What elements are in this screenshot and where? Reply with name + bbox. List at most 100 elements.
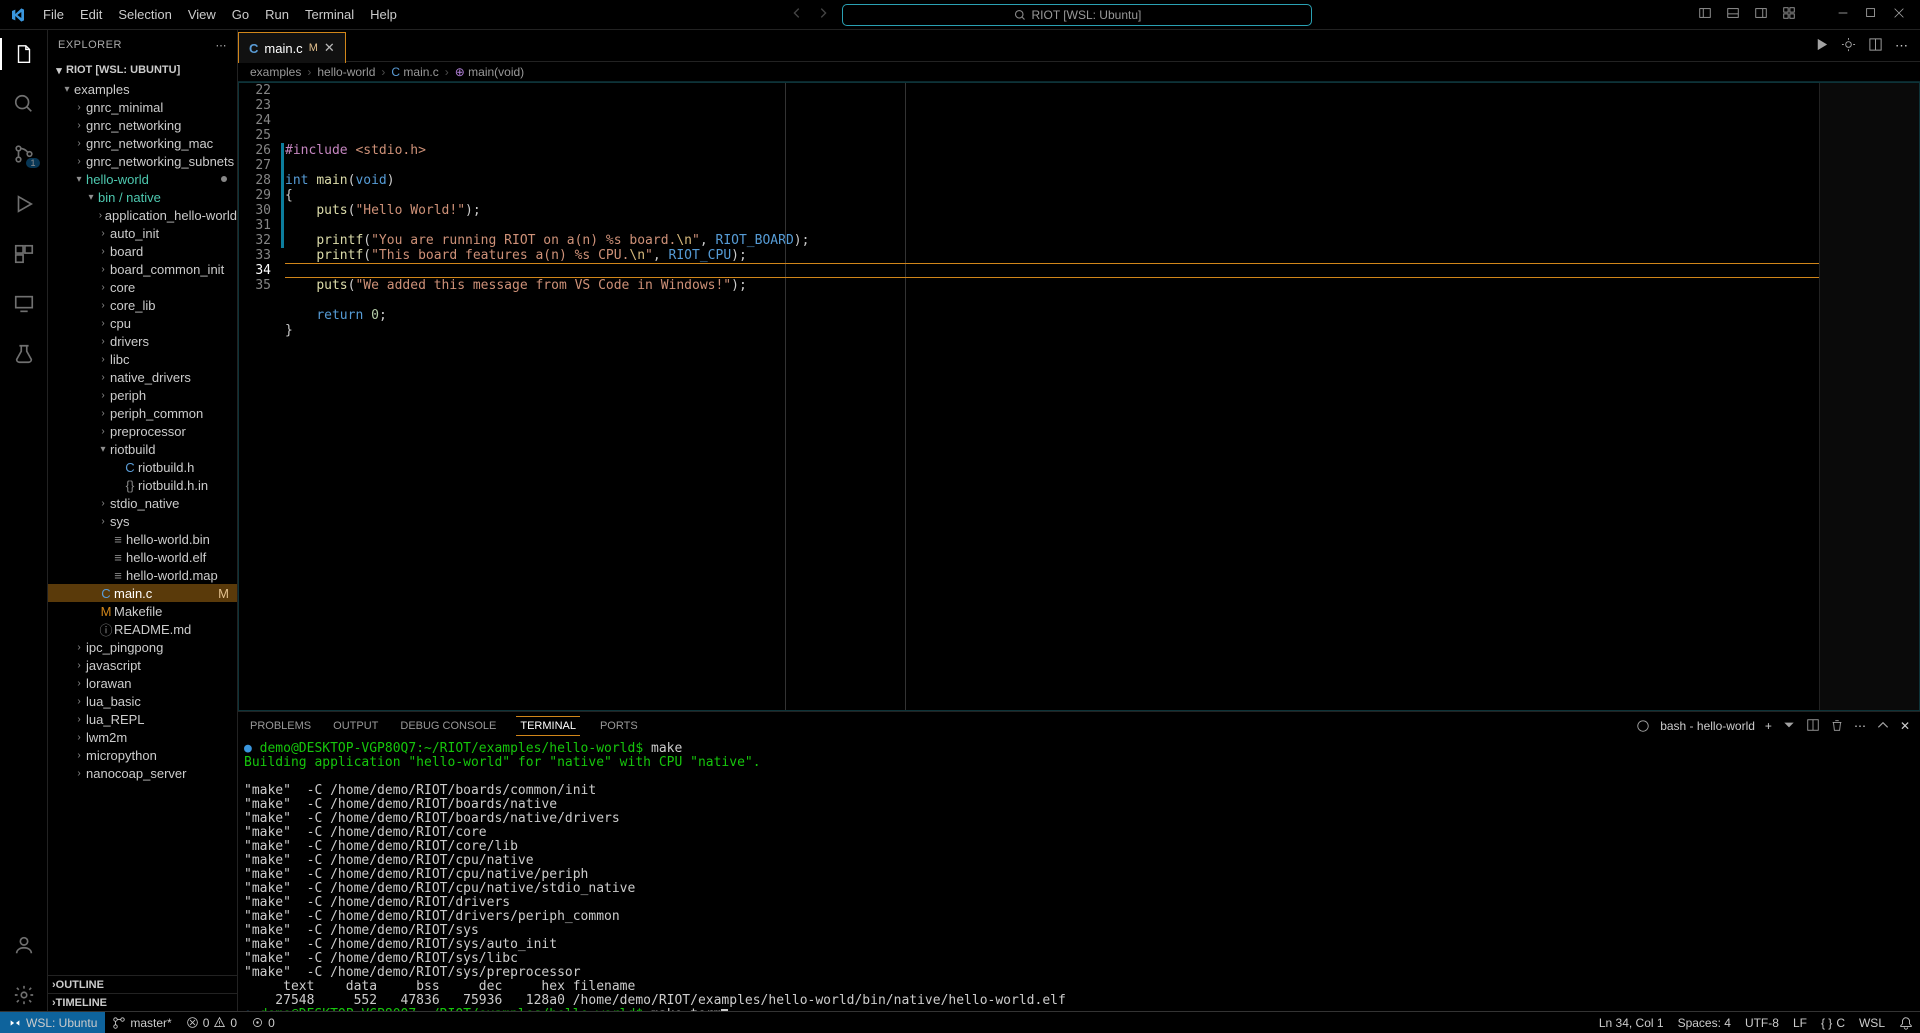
panel-tab-output[interactable]: OUTPUT (331, 716, 380, 736)
tree-item[interactable]: ›drivers (48, 332, 237, 350)
layout-customize-icon[interactable] (1782, 6, 1796, 23)
run-debug-icon[interactable] (0, 188, 48, 220)
testing-icon[interactable] (0, 338, 48, 370)
tree-item[interactable]: ›cpu (48, 314, 237, 332)
code-editor[interactable]: 2223242526272829303132333435 #include <s… (238, 82, 1920, 711)
tree-item[interactable]: ›gnrc_networking_subnets (48, 152, 237, 170)
layout-bottom-icon[interactable] (1726, 6, 1740, 23)
tree-item[interactable]: ›javascript (48, 656, 237, 674)
kill-terminal-icon[interactable] (1830, 718, 1844, 735)
tree-item[interactable]: ≡hello-world.elf (48, 548, 237, 566)
tree-item[interactable]: ›micropython (48, 746, 237, 764)
tree-item[interactable]: ›gnrc_minimal (48, 98, 237, 116)
accounts-icon[interactable] (0, 929, 48, 961)
layout-left-icon[interactable] (1698, 6, 1712, 23)
more-actions-icon[interactable]: ⋯ (1895, 38, 1908, 54)
debug-config-icon[interactable] (1841, 37, 1856, 55)
terminal-more-icon[interactable]: ⋯ (1854, 719, 1866, 733)
tree-item[interactable]: ▾riotbuild (48, 440, 237, 458)
tree-item[interactable]: ▾examples (48, 80, 237, 98)
tree-item[interactable]: ›core_lib (48, 296, 237, 314)
breadcrumb-item[interactable]: ⊕ main(void) (455, 65, 524, 79)
breadcrumb-item[interactable]: hello-world (317, 65, 375, 79)
remote-indicator[interactable]: WSL: Ubuntu (0, 1012, 105, 1033)
tree-item[interactable]: ›auto_init (48, 224, 237, 242)
tree-item[interactable]: ›periph (48, 386, 237, 404)
tree-item[interactable]: ›board (48, 242, 237, 260)
nav-forward-icon[interactable] (816, 6, 830, 23)
close-icon[interactable] (1892, 6, 1906, 23)
tree-item[interactable]: ›application_hello-world (48, 206, 237, 224)
menu-edit[interactable]: Edit (72, 7, 110, 22)
panel-tab-terminal[interactable]: TERMINAL (516, 716, 580, 736)
explorer-icon[interactable] (0, 38, 48, 70)
tree-item[interactable]: ›sys (48, 512, 237, 530)
tree-item[interactable]: ▾bin / native (48, 188, 237, 206)
tree-item[interactable]: ›libc (48, 350, 237, 368)
search-icon[interactable] (0, 88, 48, 120)
encoding[interactable]: UTF-8 (1738, 1016, 1786, 1030)
terminal-output[interactable]: ● demo@DESKTOP-VGP80Q7:~/RIOT/examples/h… (238, 740, 1920, 1011)
menu-selection[interactable]: Selection (110, 7, 179, 22)
menu-help[interactable]: Help (362, 7, 405, 22)
tree-item[interactable]: {}riotbuild.h.in (48, 476, 237, 494)
tree-item[interactable]: ≡hello-world.bin (48, 530, 237, 548)
minimap[interactable] (1819, 83, 1919, 710)
tree-item[interactable]: ›preprocessor (48, 422, 237, 440)
indentation[interactable]: Spaces: 4 (1671, 1016, 1738, 1030)
menu-view[interactable]: View (180, 7, 224, 22)
source-control-icon[interactable]: 1 (0, 138, 48, 170)
menu-run[interactable]: Run (257, 7, 297, 22)
close-panel-icon[interactable]: ✕ (1900, 719, 1910, 733)
branch-indicator[interactable]: master* (105, 1016, 178, 1030)
menu-terminal[interactable]: Terminal (297, 7, 362, 22)
panel-tab-ports[interactable]: PORTS (598, 716, 640, 736)
layout-right-icon[interactable] (1754, 6, 1768, 23)
nav-back-icon[interactable] (790, 6, 804, 23)
ports-indicator[interactable]: 0 (244, 1016, 282, 1030)
tree-item[interactable]: ›board_common_init (48, 260, 237, 278)
tree-item[interactable]: ›gnrc_networking (48, 116, 237, 134)
timeline-section[interactable]: ›TIMELINE (48, 993, 237, 1011)
more-icon[interactable]: ⋯ (216, 39, 228, 52)
breadcrumb-item[interactable]: examples (250, 65, 301, 79)
maximize-panel-icon[interactable] (1876, 718, 1890, 735)
panel-tab-debug console[interactable]: DEBUG CONSOLE (398, 716, 498, 736)
tree-item[interactable]: Criotbuild.h (48, 458, 237, 476)
close-tab-icon[interactable]: ✕ (324, 40, 335, 56)
settings-icon[interactable] (0, 979, 48, 1011)
breadcrumb-item[interactable]: C main.c (391, 65, 438, 79)
tree-item[interactable]: ›stdio_native (48, 494, 237, 512)
terminal-dropdown-icon[interactable] (1782, 718, 1796, 735)
tab-main-c[interactable]: C main.c M ✕ (238, 32, 346, 63)
tree-item[interactable]: ›gnrc_networking_mac (48, 134, 237, 152)
run-icon[interactable] (1814, 37, 1829, 55)
tree-item[interactable]: Cmain.cM (48, 584, 237, 602)
code-content[interactable]: #include <stdio.h>int main(void){ puts("… (285, 83, 1819, 710)
tree-item[interactable]: ≡hello-world.map (48, 566, 237, 584)
breadcrumb[interactable]: examples›hello-world›C main.c›⊕ main(voi… (238, 62, 1920, 82)
tree-item[interactable]: ›core (48, 278, 237, 296)
tree-item[interactable]: ›lwm2m (48, 728, 237, 746)
tree-item[interactable]: ›lua_REPL (48, 710, 237, 728)
split-editor-icon[interactable] (1868, 37, 1883, 55)
menu-file[interactable]: File (35, 7, 72, 22)
tree-item[interactable]: ›periph_common (48, 404, 237, 422)
new-terminal-icon[interactable]: + (1765, 719, 1772, 733)
notifications-icon[interactable] (1892, 1016, 1920, 1030)
problems-indicator[interactable]: 0 0 (179, 1016, 244, 1030)
maximize-icon[interactable] (1864, 6, 1878, 23)
tree-item[interactable]: ›lorawan (48, 674, 237, 692)
tree-item[interactable]: ▾hello-world (48, 170, 237, 188)
tree-item[interactable]: ⓘREADME.md (48, 620, 237, 638)
menu-go[interactable]: Go (224, 7, 257, 22)
tree-item[interactable]: MMakefile (48, 602, 237, 620)
terminal-shell-label[interactable]: bash - hello-world (1660, 719, 1755, 733)
panel-tab-problems[interactable]: PROBLEMS (248, 716, 313, 736)
outline-section[interactable]: ›OUTLINE (48, 975, 237, 993)
remote-explorer-icon[interactable] (0, 288, 48, 320)
tree-item[interactable]: ›nanocoap_server (48, 764, 237, 782)
cursor-position[interactable]: Ln 34, Col 1 (1592, 1016, 1671, 1030)
project-section[interactable]: ▾RIOT [WSL: UBUNTU] (48, 60, 237, 80)
minimize-icon[interactable] (1836, 6, 1850, 23)
